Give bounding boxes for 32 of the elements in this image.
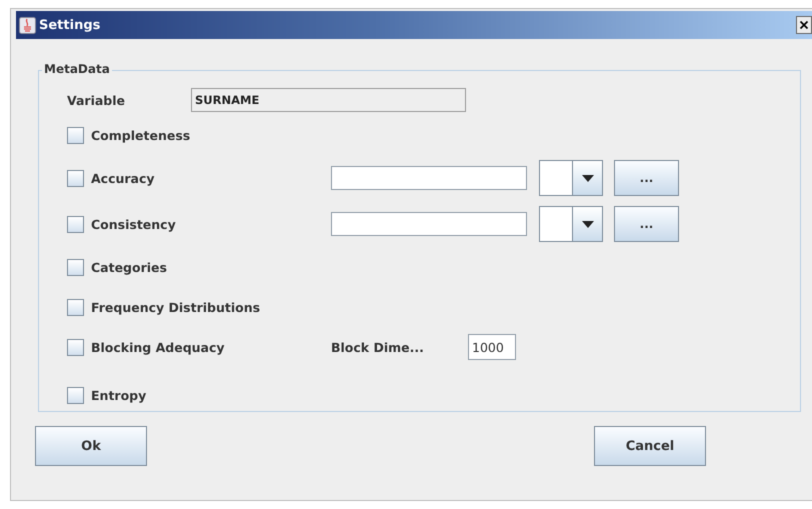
checkbox[interactable] xyxy=(67,386,84,404)
field-label: Block Dime... xyxy=(331,340,425,354)
input-field: SURNAME xyxy=(191,88,466,112)
checkbox-label[interactable]: Completeness xyxy=(91,128,190,142)
checkbox[interactable] xyxy=(67,298,84,316)
caret-icon xyxy=(582,174,594,182)
checkbox[interactable] xyxy=(67,126,84,144)
checkbox[interactable] xyxy=(67,216,84,232)
group-title: MetaData xyxy=(42,62,112,76)
dialog-button[interactable]: Cancel xyxy=(594,426,706,466)
checkbox[interactable] xyxy=(67,258,84,276)
checkbox-label[interactable]: Frequency Distributions xyxy=(91,300,260,314)
dropdown[interactable] xyxy=(539,160,603,196)
window-title: Settings xyxy=(39,18,100,32)
browse-button[interactable]: ... xyxy=(614,206,679,242)
app-icon xyxy=(19,16,36,34)
checkbox[interactable] xyxy=(67,170,84,186)
dropdown[interactable] xyxy=(539,206,603,242)
checkbox-label[interactable]: Blocking Adequacy xyxy=(91,340,225,354)
browse-button[interactable]: ... xyxy=(614,160,679,196)
checkbox[interactable] xyxy=(67,338,84,356)
checkbox-label[interactable]: Accuracy xyxy=(91,170,155,186)
close-icon[interactable] xyxy=(796,16,812,34)
dialog-button[interactable]: Ok xyxy=(35,426,147,466)
input-field[interactable]: 1000 xyxy=(468,334,516,360)
checkbox-label[interactable]: Consistency xyxy=(91,216,176,232)
input-field[interactable] xyxy=(331,166,527,190)
field-label: Variable xyxy=(67,92,126,108)
input-field[interactable] xyxy=(331,212,527,236)
checkbox-label[interactable]: Entropy xyxy=(91,388,146,402)
caret-icon xyxy=(582,220,594,228)
checkbox-label[interactable]: Categories xyxy=(91,260,167,274)
